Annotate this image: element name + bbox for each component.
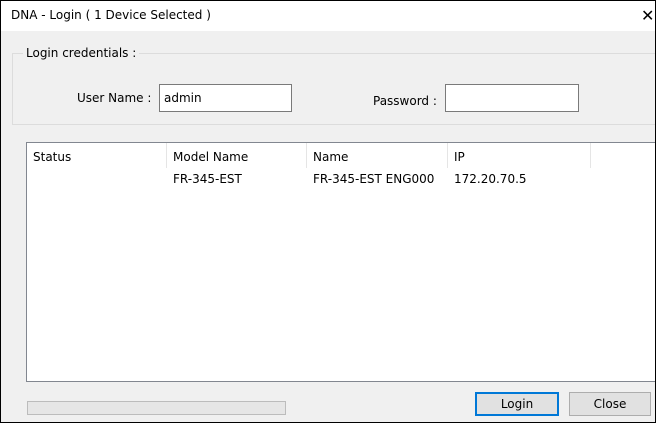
- column-header-ip[interactable]: IP: [448, 143, 591, 168]
- window-title: DNA - Login ( 1 Device Selected ): [11, 8, 211, 22]
- column-header-model-name[interactable]: Model Name: [167, 143, 307, 168]
- username-field[interactable]: [159, 84, 292, 112]
- progress-bar: [27, 401, 286, 415]
- cell-ip: 172.20.70.5: [454, 172, 527, 186]
- column-header-status[interactable]: Status: [27, 143, 167, 168]
- login-button[interactable]: Login: [475, 392, 559, 416]
- password-label: Password :: [373, 94, 437, 108]
- table-row[interactable]: FR-345-EST FR-345-EST ENG000 172.20.70.5: [27, 168, 655, 190]
- password-field[interactable]: [445, 84, 579, 112]
- close-button[interactable]: Close: [569, 392, 651, 416]
- column-header-name[interactable]: Name: [307, 143, 448, 168]
- device-list[interactable]: Status Model Name Name IP FR-345-EST FR-…: [26, 142, 655, 382]
- login-dialog: DNA - Login ( 1 Device Selected ) ✕ Logi…: [0, 0, 656, 423]
- login-credentials-label: Login credentials :: [23, 46, 140, 60]
- device-list-header: Status Model Name Name IP: [27, 143, 655, 168]
- cell-status: [27, 168, 167, 190]
- cell-name: FR-345-EST ENG000: [313, 172, 435, 186]
- close-icon[interactable]: ✕: [641, 1, 655, 31]
- title-bar[interactable]: DNA - Login ( 1 Device Selected ) ✕: [1, 1, 655, 31]
- cell-model-name: FR-345-EST: [173, 172, 242, 186]
- username-label: User Name :: [77, 91, 152, 105]
